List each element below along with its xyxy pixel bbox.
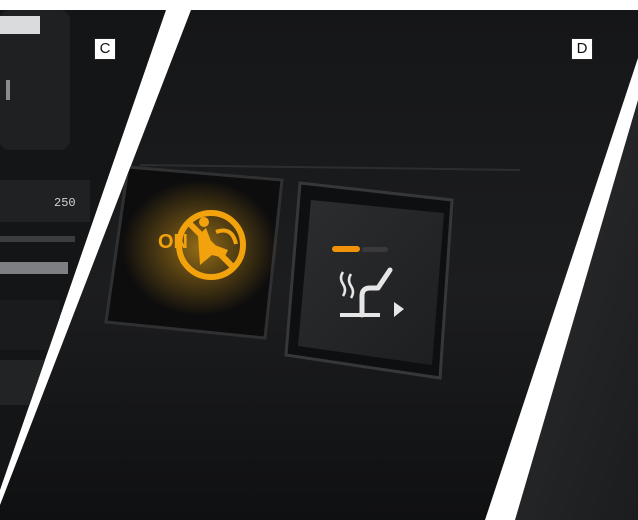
panel-label-c: C	[94, 38, 116, 60]
display-readout: 250	[54, 196, 76, 210]
airbag-indicator-window: ON	[104, 165, 284, 340]
panel-label-d: D	[571, 38, 593, 60]
photo-collage: 250 ON C D	[0, 0, 638, 520]
climate-display	[0, 180, 90, 222]
collage-scene: 250 ON	[0, 10, 638, 520]
climate-slider	[0, 262, 68, 274]
screen-icon	[0, 16, 40, 34]
seat-heat-button[interactable]	[298, 200, 444, 365]
